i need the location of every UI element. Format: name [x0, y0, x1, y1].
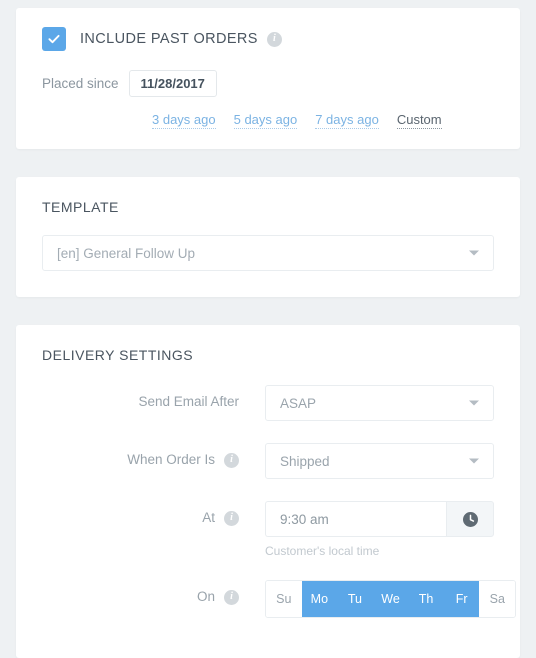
quick-link-5-days[interactable]: 5 days ago: [233, 112, 298, 129]
when-order-is-control: Shipped: [265, 443, 494, 479]
info-icon[interactable]: i: [224, 452, 239, 468]
template-select-value: [en] General Follow Up: [57, 245, 196, 261]
include-past-orders-label: INCLUDE PAST ORDERS: [80, 31, 258, 47]
quick-link-3-days[interactable]: 3 days ago: [152, 112, 216, 129]
template-select[interactable]: [en] General Follow Up: [42, 235, 494, 271]
on-days-label: On: [196, 589, 215, 604]
day-toggle-sa[interactable]: Sa: [479, 581, 515, 617]
template-card: TEMPLATE [en] General Follow Up: [16, 177, 520, 297]
placed-since-row: Placed since 11/28/2017: [42, 70, 494, 97]
at-time-label-wrap: At i: [42, 501, 239, 535]
day-toggle-su[interactable]: Su: [266, 581, 302, 617]
day-toggle-mo[interactable]: Mo: [301, 581, 338, 617]
when-order-is-row: When Order Is i Shipped: [42, 443, 494, 479]
settings-page: INCLUDE PAST ORDERS i Placed since 11/28…: [0, 0, 536, 658]
info-icon[interactable]: i: [266, 31, 282, 47]
at-time-control: 9:30 am Customer's local time: [265, 501, 494, 558]
when-order-is-label-wrap: When Order Is i: [42, 443, 239, 477]
chevron-down-icon: [469, 400, 479, 406]
clock-icon: [462, 511, 478, 527]
send-email-after-row: Send Email After ASAP: [42, 385, 494, 421]
day-toggle-th[interactable]: Th: [408, 581, 444, 617]
send-email-after-label: Send Email After: [138, 394, 239, 409]
at-time-helper-text: Customer's local time: [265, 544, 380, 558]
include-past-orders-row: INCLUDE PAST ORDERS i: [42, 26, 494, 52]
day-toggle-fr[interactable]: Fr: [443, 581, 480, 617]
when-order-is-label: When Order Is: [127, 452, 215, 467]
delivery-section-title: DELIVERY SETTINGS: [42, 347, 194, 363]
time-picker-button[interactable]: [446, 501, 494, 537]
send-email-after-control: ASAP: [265, 385, 494, 421]
chevron-down-icon: [469, 458, 479, 464]
on-days-label-wrap: On i: [42, 580, 239, 614]
check-icon: [48, 34, 60, 44]
send-email-after-label-wrap: Send Email After: [42, 385, 239, 419]
at-time-label: At: [202, 510, 215, 525]
at-time-input-group: 9:30 am: [265, 501, 494, 537]
on-days-control: Su Mo Tu We Th Fr Sa: [265, 580, 516, 618]
day-toggle-we[interactable]: We: [372, 581, 409, 617]
date-quick-links: 3 days ago 5 days ago 7 days ago Custom: [42, 112, 494, 129]
template-section-title: TEMPLATE: [42, 199, 119, 215]
include-past-orders-card: INCLUDE PAST ORDERS i Placed since 11/28…: [16, 8, 520, 149]
quick-link-7-days[interactable]: 7 days ago: [315, 112, 379, 129]
placed-since-label: Placed since: [42, 76, 119, 91]
include-past-orders-checkbox[interactable]: [42, 27, 66, 51]
when-order-is-select[interactable]: Shipped: [265, 443, 494, 479]
send-email-after-value: ASAP: [280, 395, 317, 411]
quick-link-custom[interactable]: Custom: [396, 112, 442, 129]
day-toggle-tu[interactable]: Tu: [337, 581, 373, 617]
day-of-week-selector: Su Mo Tu We Th Fr Sa: [265, 580, 516, 618]
chevron-down-icon: [469, 250, 479, 256]
when-order-is-value: Shipped: [280, 453, 330, 469]
placed-since-date-input[interactable]: 11/28/2017: [128, 70, 217, 97]
on-days-row: On i Su Mo Tu We Th Fr Sa: [42, 580, 516, 618]
send-email-after-select[interactable]: ASAP: [265, 385, 494, 421]
at-time-input[interactable]: 9:30 am: [265, 501, 446, 537]
info-icon[interactable]: i: [224, 589, 239, 605]
info-icon[interactable]: i: [224, 510, 239, 526]
delivery-settings-card: DELIVERY SETTINGS Send Email After ASAP …: [16, 325, 520, 658]
at-time-row: At i 9:30 am Customer's local time: [42, 501, 494, 558]
